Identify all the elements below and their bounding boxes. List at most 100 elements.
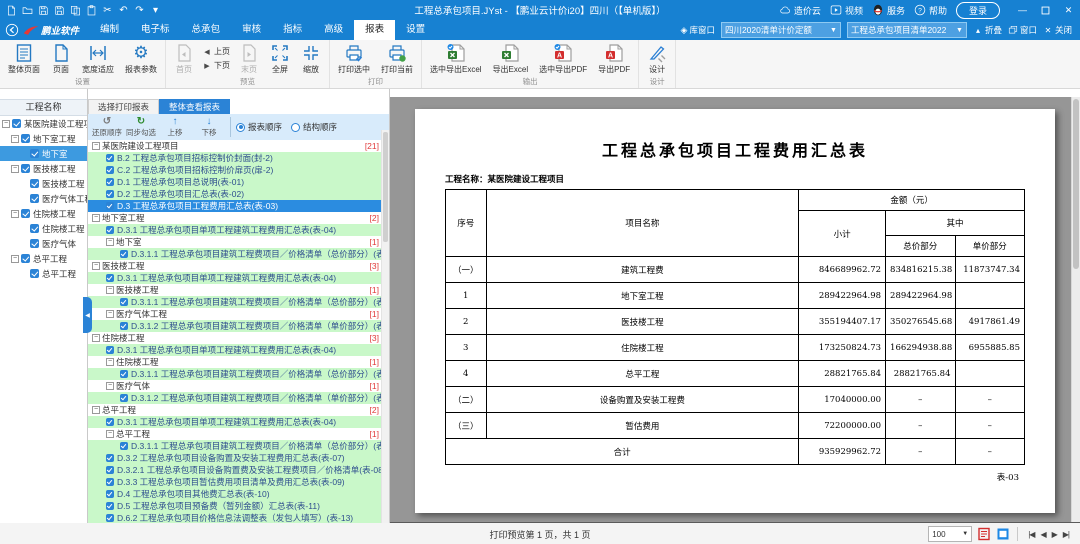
checkbox-icon[interactable] (106, 346, 114, 354)
report-list-group[interactable]: −地下室工程[2] (88, 212, 381, 224)
checkbox-icon[interactable] (120, 394, 128, 402)
excel-button[interactable]: 导出Excel (488, 42, 534, 76)
report-list-item[interactable]: C.2 工程总承包项目招标控制价扉页(扉-2) (88, 164, 381, 176)
checkbox-icon[interactable] (106, 190, 114, 198)
video-link[interactable]: 视频 (830, 4, 863, 17)
checkbox-icon[interactable] (30, 194, 39, 203)
report-list-group[interactable]: −住院楼工程[1] (88, 356, 381, 368)
expand-icon[interactable]: − (92, 262, 100, 270)
report-list-item[interactable]: D.3.1.1 工程总承包项目建筑工程费项目／价格清单（总价部分）(表-05) (88, 248, 381, 260)
zoom-select[interactable]: 100▼ (928, 526, 972, 542)
tree-node[interactable]: 地下室 (0, 146, 87, 161)
print-check-button[interactable]: 打印选中 (333, 42, 375, 76)
tree-node[interactable]: −医技楼工程 (0, 161, 87, 176)
fit-width-button[interactable]: 宽度适应 (77, 42, 119, 76)
window-button[interactable]: 窗口 (1008, 24, 1037, 36)
radio-structure-order[interactable]: 结构顺序 (291, 121, 337, 133)
checkbox-icon[interactable] (120, 322, 128, 330)
expand-icon[interactable]: − (11, 165, 19, 173)
report-list-item[interactable]: D.3.2.1 工程总承包项目设备购置费及安装工程费项目／价格清单(表-08) (88, 464, 381, 476)
report-list-group[interactable]: −医疗气体工程[1] (88, 308, 381, 320)
expand-icon[interactable]: − (106, 382, 114, 390)
redo-icon[interactable]: ↷ (133, 4, 146, 17)
nav-first-button[interactable]: |◀ (1025, 530, 1037, 539)
new-file-icon[interactable] (5, 4, 18, 17)
maximize-icon[interactable] (1040, 5, 1051, 16)
gear-button[interactable]: ⚙报表参数 (120, 42, 162, 76)
tree-node[interactable]: 医技楼工程 (0, 176, 87, 191)
report-list-item[interactable]: D.3.3 工程总承包项目暂估费用项目清单及费用汇总表(表-09) (88, 476, 381, 488)
expand-icon[interactable]: − (92, 142, 100, 150)
checkbox-icon[interactable] (106, 154, 114, 162)
save-as-icon[interactable] (53, 4, 66, 17)
report-list-group[interactable]: −某医院建设工程项目[21] (88, 140, 381, 152)
close-icon[interactable]: ✕ (1063, 5, 1074, 16)
menu-tab-6[interactable]: 高级 (313, 20, 354, 40)
report-panel-tab-1[interactable]: 选择打印报表 (88, 99, 159, 114)
collapse-ribbon-button[interactable]: ▴折叠 (973, 24, 1002, 36)
report-list-item[interactable]: D.3.1.2 工程总承包项目建筑工程费项目／价格清单（单价部分）(表-06) (88, 320, 381, 332)
library-window-button[interactable]: ◈库窗口 (681, 24, 715, 36)
report-list-group[interactable]: −医技楼工程[3] (88, 260, 381, 272)
report-list-item[interactable]: D.3.1.1 工程总承包项目建筑工程费项目／价格清单（总价部分）(表-05) (88, 440, 381, 452)
sync-button[interactable]: ↻同步勾选 (125, 116, 157, 138)
minimize-icon[interactable]: — (1017, 5, 1028, 16)
checkbox-icon[interactable] (21, 134, 30, 143)
single-page-view-icon[interactable] (996, 527, 1010, 541)
zoom-shrink-button[interactable]: 缩放 (296, 42, 326, 76)
checkbox-icon[interactable] (106, 466, 114, 474)
report-list-group[interactable]: −总平工程[2] (88, 404, 381, 416)
print-current-button[interactable]: 打印当前 (376, 42, 418, 76)
report-list-group[interactable]: −总平工程[1] (88, 428, 381, 440)
expand-icon[interactable]: − (106, 430, 114, 438)
report-list-item[interactable]: B.2 工程总承包项目招标控制价封面(封-2) (88, 152, 381, 164)
report-list-item[interactable]: D.1 工程总承包项目总说明(表-01) (88, 176, 381, 188)
last-page-button[interactable]: 末页 (234, 42, 264, 76)
checkbox-icon[interactable] (120, 250, 128, 258)
panel-splitter-handle[interactable]: ◀ (83, 297, 92, 333)
fullscreen-button[interactable]: 全屏 (265, 42, 295, 76)
nav-next-button[interactable]: ▶ (1049, 530, 1060, 539)
page-setup-icon[interactable] (977, 527, 991, 541)
expand-icon[interactable]: − (92, 406, 100, 414)
expand-icon[interactable]: − (11, 210, 19, 218)
expand-icon[interactable]: − (106, 310, 114, 318)
menu-tab-4[interactable]: 审核 (231, 20, 272, 40)
checkbox-icon[interactable] (106, 514, 114, 522)
page-whole-button[interactable]: 整体页面 (3, 42, 45, 76)
move-down-button[interactable]: ↓下移 (193, 116, 225, 138)
report-list-item[interactable]: D.3.1 工程总承包项目单项工程建筑工程费用汇总表(表-04) (88, 224, 381, 236)
expand-icon[interactable]: − (106, 286, 114, 294)
report-list-item[interactable]: D.3 工程总承包项目工程费用汇总表(表-03) (88, 200, 381, 212)
expand-icon[interactable]: − (92, 214, 100, 222)
report-list-item[interactable]: D.3.1 工程总承包项目单项工程建筑工程费用汇总表(表-04) (88, 344, 381, 356)
report-list-group[interactable]: −医技楼工程[1] (88, 284, 381, 296)
report-list-group[interactable]: −医疗气体[1] (88, 380, 381, 392)
report-list-item[interactable]: D.3.1.1 工程总承包项目建筑工程费项目／价格清单（总价部分）(表-05) (88, 296, 381, 308)
checkbox-icon[interactable] (120, 370, 128, 378)
checkbox-icon[interactable] (30, 224, 39, 233)
scrollbar-thumb[interactable] (383, 132, 388, 242)
service-link[interactable]: 服务 (872, 4, 905, 17)
report-list-item[interactable]: D.3.2 工程总承包项目设备购置及安装工程费用汇总表(表-07) (88, 452, 381, 464)
checkbox-icon[interactable] (30, 239, 39, 248)
save-icon[interactable] (37, 4, 50, 17)
tree-node[interactable]: 医疗气体工程 (0, 191, 87, 206)
excel-check-button[interactable]: 选中导出Excel (425, 42, 487, 76)
checkbox-icon[interactable] (120, 298, 128, 306)
menu-tab-2[interactable]: 电子标 (130, 20, 181, 40)
report-list-scrollbar[interactable] (381, 130, 389, 523)
report-list-item[interactable]: D.3.1 工程总承包项目单项工程建筑工程费用汇总表(表-04) (88, 272, 381, 284)
report-list-item[interactable]: D.6.2 工程总承包项目价格信息法调整表（发包人填写）(表-13) (88, 512, 381, 523)
tree-node[interactable]: −地下室工程 (0, 131, 87, 146)
checkbox-icon[interactable] (106, 502, 114, 510)
checkbox-icon[interactable] (12, 119, 21, 128)
undo-circle-button[interactable]: ↺还原顺序 (91, 116, 123, 138)
first-page-button[interactable]: 首页 (169, 42, 199, 76)
more-icon[interactable]: ▾ (149, 4, 162, 17)
checkbox-icon[interactable] (30, 149, 39, 158)
expand-icon[interactable]: − (106, 358, 114, 366)
checkbox-icon[interactable] (30, 179, 39, 188)
checkbox-icon[interactable] (106, 226, 114, 234)
checkbox-icon[interactable] (21, 209, 30, 218)
